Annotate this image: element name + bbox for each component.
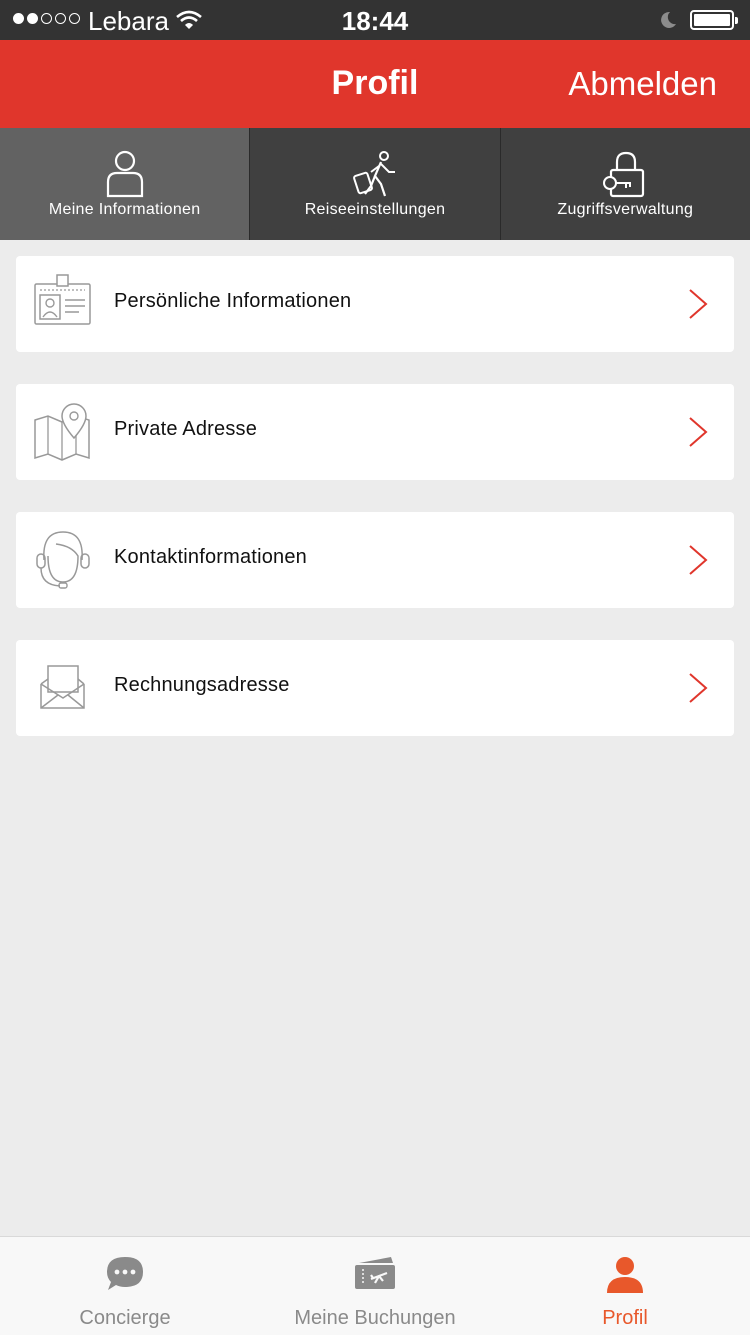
lock-key-icon xyxy=(601,150,649,203)
headset-agent-icon xyxy=(34,530,92,590)
menu-item-label: Kontaktinformationen xyxy=(114,546,308,568)
battery-icon xyxy=(690,10,738,30)
chevron-right-icon xyxy=(688,672,708,709)
status-time: 18:44 xyxy=(341,6,409,36)
menu-item-label: Private Adresse xyxy=(114,418,258,440)
person-icon xyxy=(105,150,145,203)
bottom-tab-meine-buchungen[interactable]: Meine Buchungen xyxy=(250,1237,500,1335)
bottom-tab-profil[interactable]: Profil xyxy=(500,1237,750,1335)
tab-meine-informationen[interactable]: Meine Informationen xyxy=(0,128,250,240)
envelope-icon xyxy=(34,658,92,718)
tab-label: Zugriffsverwaltung xyxy=(557,201,694,218)
menu-item-label: Persönliche Informationen xyxy=(114,290,352,312)
bottom-tab-concierge[interactable]: Concierge xyxy=(0,1237,250,1335)
menu-item-label: Rechnungsadresse xyxy=(114,674,290,696)
profile-menu-list: Persönliche Informationen Private Adress… xyxy=(16,256,734,768)
tab-zugriffsverwaltung[interactable]: Zugriffsverwaltung xyxy=(499,128,750,240)
profile-icon xyxy=(605,1255,645,1300)
menu-item-rechnungsadresse[interactable]: Rechnungsadresse xyxy=(16,640,734,736)
moon-icon xyxy=(658,10,678,35)
bottom-tab-bar: Concierge Meine Buchungen Profil xyxy=(0,1236,750,1335)
map-pin-icon xyxy=(34,402,92,462)
chevron-right-icon xyxy=(688,416,708,453)
profile-segment-tabs: Meine Informationen Reiseeinstellungen Z… xyxy=(0,128,750,240)
chevron-right-icon xyxy=(688,544,708,581)
traveler-icon xyxy=(351,150,399,203)
header-bar: Profil Abmelden xyxy=(0,40,750,128)
menu-item-kontaktinformationen[interactable]: Kontaktinformationen xyxy=(16,512,734,608)
tab-label: Reiseeinstellungen xyxy=(304,201,446,218)
status-bar: Lebara 18:44 xyxy=(0,0,750,40)
tab-label: Meine Informationen xyxy=(48,201,201,218)
bottom-tab-label: Concierge xyxy=(79,1307,171,1329)
chat-bubble-icon xyxy=(105,1255,145,1298)
tab-reiseeinstellungen[interactable]: Reiseeinstellungen xyxy=(249,128,500,240)
ticket-plane-icon xyxy=(353,1255,397,1296)
menu-item-persoenliche-informationen[interactable]: Persönliche Informationen xyxy=(16,256,734,352)
chevron-right-icon xyxy=(688,288,708,325)
menu-item-private-adresse[interactable]: Private Adresse xyxy=(16,384,734,480)
id-card-icon xyxy=(34,274,92,334)
bottom-tab-label: Profil xyxy=(602,1307,648,1329)
logout-button[interactable]: Abmelden xyxy=(568,65,717,103)
bottom-tab-label: Meine Buchungen xyxy=(294,1307,456,1329)
